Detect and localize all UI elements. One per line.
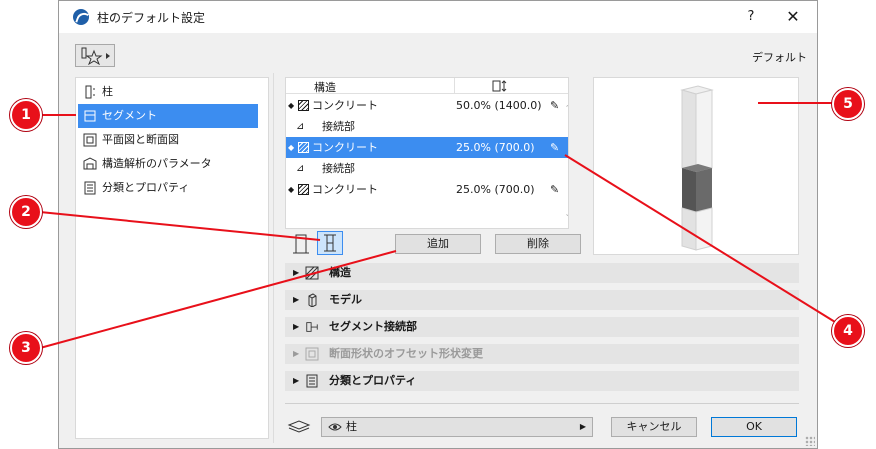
dialog-title: 柱のデフォルト設定 (97, 11, 206, 25)
column-3d-preview (593, 77, 799, 255)
joint-icon: ⊿ (296, 163, 305, 174)
reorder-handle-icon[interactable]: ◆ (288, 137, 294, 158)
dropdown-arrow-icon: ▶ (579, 422, 586, 431)
section-structure[interactable]: ▶ 構造 (285, 263, 799, 283)
reorder-handle-icon[interactable]: ◆ (288, 179, 294, 200)
edit-segment-icon[interactable]: ✎ (550, 137, 559, 158)
default-label: デフォルト (752, 51, 807, 64)
nav-item-classification[interactable]: 分類とプロパティ (78, 176, 258, 200)
segment-joint-icon (306, 322, 318, 332)
segment-height-value: 25.0% (700.0) (456, 183, 535, 196)
section-model[interactable]: ▶ モデル (285, 290, 799, 310)
settings-nav-panel: 柱 セグメント 平面図と断面図 構造解析のパラメータ 分類とプロパティ (75, 77, 269, 439)
archicad-app-icon (73, 9, 89, 25)
segmented-column-preview-image (680, 85, 714, 251)
nav-item-label: 構造解析のパラメータ (102, 157, 212, 170)
nav-item-floorplan-section[interactable]: 平面図と断面図 (78, 128, 258, 152)
layer-select[interactable]: 柱 ▶ (321, 417, 593, 437)
nav-item-structural-analysis[interactable]: 構造解析のパラメータ (78, 152, 258, 176)
structural-analysis-icon (83, 157, 97, 170)
resize-grip-icon[interactable] (805, 436, 815, 446)
concrete-hatch-icon (298, 142, 309, 153)
layer-select-value: 柱 (346, 420, 357, 433)
segment-height-value: 50.0% (1400.0) (456, 99, 542, 112)
joint-label: 接続部 (322, 120, 355, 133)
expand-arrow-icon: ▶ (293, 322, 300, 331)
concrete-hatch-icon (298, 100, 309, 111)
section-label: 構造 (329, 266, 351, 279)
favorites-button[interactable] (75, 44, 115, 67)
ok-button[interactable]: OK (711, 417, 797, 437)
close-button[interactable]: ✕ (781, 7, 805, 27)
segmented-column-shape-icon (324, 234, 336, 252)
segment-material: コンクリート (312, 99, 378, 112)
joint-icon: ⊿ (296, 121, 305, 132)
nav-item-label: 平面図と断面図 (102, 133, 179, 146)
scroll-down-icon[interactable]: ﹀ (566, 212, 568, 225)
header-divider (454, 78, 455, 94)
title-bar: 柱のデフォルト設定 ? ✕ (59, 1, 817, 33)
callout-4: 4 (832, 315, 864, 347)
callout-3: 3 (10, 332, 42, 364)
layer-icon (287, 420, 311, 433)
segment-list[interactable]: 構造 ◆ コンクリート 50.0% (1400.0) ✎ ⊿ 接続部 ◆ コンク… (285, 77, 569, 229)
nav-item-column[interactable]: 柱 (78, 80, 258, 104)
help-button[interactable]: ? (741, 7, 761, 27)
classification-icon (306, 374, 318, 388)
expand-arrow-icon: ▶ (293, 376, 300, 385)
callout-1: 1 (10, 99, 42, 131)
concrete-hatch-icon (298, 184, 309, 195)
nav-item-label: セグメント (102, 109, 157, 122)
nav-item-label: 分類とプロパティ (102, 181, 190, 194)
floorplan-section-icon (83, 133, 97, 147)
nav-item-label: 柱 (102, 85, 113, 98)
classification-icon (84, 181, 96, 195)
section-profile-offset: ▶ 断面形状のオフセット形状変更 (285, 344, 799, 364)
footer-divider (285, 403, 799, 404)
expand-arrow-icon: ▶ (293, 268, 300, 277)
segmented-column-shape-button[interactable] (317, 231, 343, 255)
expand-arrow-icon: ▶ (293, 349, 300, 358)
segment-material: コンクリート (312, 141, 378, 154)
column-default-settings-dialog: 柱のデフォルト設定 ? ✕ デフォルト 柱 セグメント 平面図と断面図 構造解析… (58, 0, 818, 449)
callout-5: 5 (832, 88, 864, 120)
nav-item-segment[interactable]: セグメント (78, 104, 258, 128)
height-icon (492, 80, 507, 92)
segment-list-header: 構造 (286, 78, 568, 94)
section-classification[interactable]: ▶ 分類とプロパティ (285, 371, 799, 391)
segment-icon (84, 110, 96, 122)
cancel-button[interactable]: キャンセル (611, 417, 697, 437)
model-icon (308, 293, 317, 307)
visibility-eye-icon (328, 423, 342, 431)
add-segment-button[interactable]: 追加 (395, 234, 481, 254)
profile-offset-icon (305, 347, 319, 361)
structure-hatch-icon (305, 266, 319, 280)
segment-row-selected[interactable]: ◆ コンクリート 25.0% (700.0) ✎ (286, 137, 568, 158)
section-label: 断面形状のオフセット形状変更 (329, 347, 483, 360)
section-label: セグメント接続部 (329, 320, 417, 333)
segment-material: コンクリート (312, 183, 378, 196)
favorite-star-icon (81, 47, 110, 65)
section-label: モデル (329, 293, 362, 306)
joint-row[interactable]: ⊿ 接続部 (286, 158, 568, 179)
column-icon (85, 85, 95, 99)
edit-segment-icon[interactable]: ✎ (550, 179, 559, 200)
structure-column-header: 構造 (314, 81, 336, 94)
scroll-up-icon[interactable]: ︿ (566, 96, 568, 109)
panel-divider (273, 73, 274, 443)
joint-row[interactable]: ⊿ 接続部 (286, 116, 568, 137)
delete-segment-button[interactable]: 削除 (495, 234, 581, 254)
edit-segment-icon[interactable]: ✎ (550, 95, 559, 116)
segment-row[interactable]: ◆ コンクリート 25.0% (700.0) ✎ (286, 179, 568, 200)
joint-label: 接続部 (322, 162, 355, 175)
section-segment-joint[interactable]: ▶ セグメント接続部 (285, 317, 799, 337)
section-label: 分類とプロパティ (329, 374, 417, 387)
segment-row[interactable]: ◆ コンクリート 50.0% (1400.0) ✎ (286, 95, 568, 116)
reorder-handle-icon[interactable]: ◆ (288, 95, 294, 116)
segment-height-value: 25.0% (700.0) (456, 141, 535, 154)
callout-2: 2 (10, 196, 42, 228)
straight-column-shape-icon[interactable] (291, 233, 311, 255)
expand-arrow-icon: ▶ (293, 295, 300, 304)
screenshot-stage: 柱のデフォルト設定 ? ✕ デフォルト 柱 セグメント 平面図と断面図 構造解析… (0, 0, 876, 449)
